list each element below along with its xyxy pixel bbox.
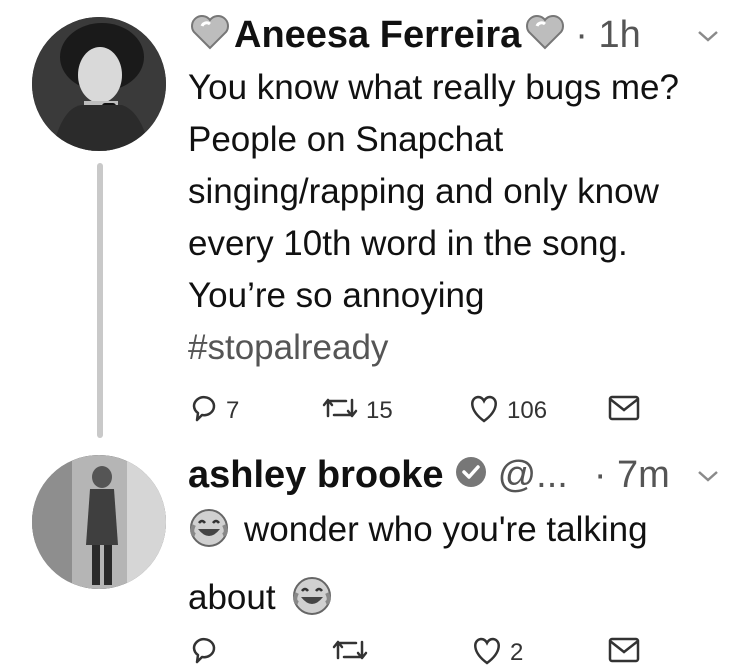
avatar[interactable] xyxy=(32,455,166,589)
tweet-text: You know what really bugs me? People on … xyxy=(188,62,688,374)
like-icon xyxy=(467,392,501,429)
tweet-body-line2: about xyxy=(188,578,276,617)
tears-of-joy-icon xyxy=(291,575,333,636)
chevron-down-icon[interactable] xyxy=(696,468,720,489)
like-button[interactable]: 2 xyxy=(470,634,523,671)
reply-count: 7 xyxy=(226,396,240,424)
like-count: 106 xyxy=(507,396,548,424)
author-name[interactable]: Aneesa Ferreira xyxy=(234,16,521,54)
retweet-button[interactable]: 15 xyxy=(320,392,393,429)
thread-line xyxy=(97,163,103,438)
tweet-time[interactable]: · 7m xyxy=(594,456,670,494)
envelope-icon xyxy=(608,636,640,669)
share-button[interactable] xyxy=(608,394,640,427)
avatar-photo xyxy=(32,455,166,589)
reply-icon xyxy=(188,392,220,429)
tears-of-joy-icon xyxy=(188,507,230,568)
reply-button[interactable] xyxy=(188,634,226,671)
tweet-text: wonder who you're talking about xyxy=(188,500,728,636)
chevron-down-icon[interactable] xyxy=(696,28,720,49)
reply-button[interactable]: 7 xyxy=(188,392,239,429)
envelope-icon xyxy=(608,394,640,427)
tweet-body: You know what really bugs me? People on … xyxy=(188,68,679,315)
avatar-photo xyxy=(32,17,166,151)
retweet-count: 15 xyxy=(366,396,393,424)
like-button[interactable]: 106 xyxy=(467,392,547,429)
retweet-icon xyxy=(330,634,370,671)
hashtag-link[interactable]: #stopalready xyxy=(188,328,388,367)
tweet-time[interactable]: · 1h xyxy=(575,16,640,54)
tweet-body-line1: wonder who you're talking xyxy=(244,510,648,549)
author-name[interactable]: ashley brooke xyxy=(188,456,444,494)
like-icon xyxy=(470,634,504,671)
tweet-header: Aneesa Ferreira · 1h xyxy=(190,14,641,55)
avatar[interactable] xyxy=(32,17,166,151)
tweet-header: ashley brooke @... · 7m xyxy=(188,455,670,494)
retweet-button[interactable] xyxy=(330,634,376,671)
retweet-icon xyxy=(320,392,360,429)
share-button[interactable] xyxy=(608,636,640,669)
heart-icon xyxy=(525,14,565,55)
heart-icon xyxy=(190,14,230,55)
author-handle[interactable]: @... xyxy=(498,456,568,494)
verified-badge-icon xyxy=(454,455,488,494)
reply-icon xyxy=(188,634,220,671)
like-count: 2 xyxy=(510,638,524,666)
